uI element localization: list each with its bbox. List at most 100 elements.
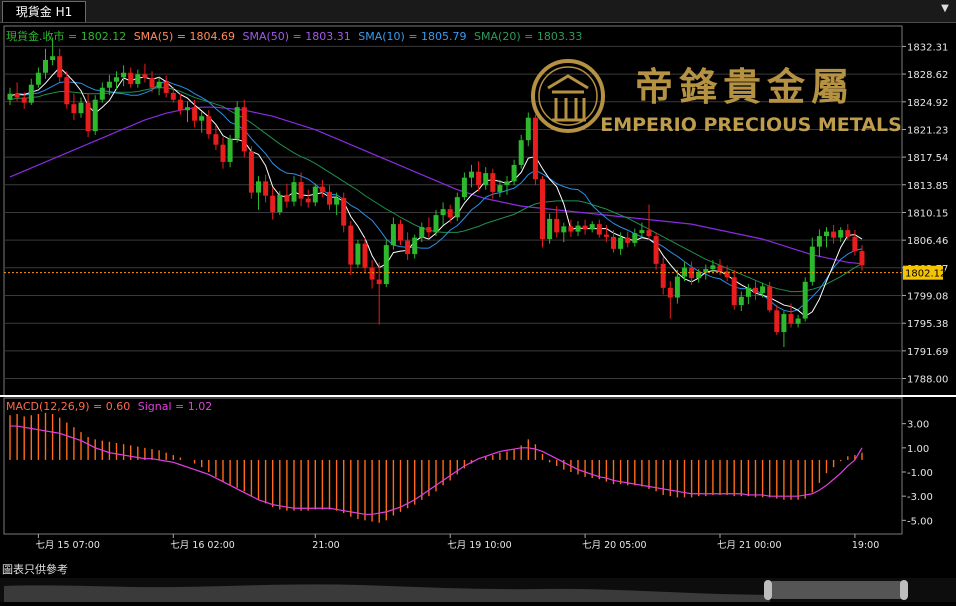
legend-sma5: SMA(5) = 1804.69 (134, 30, 235, 43)
candle-body (469, 171, 474, 178)
candle-body (149, 77, 155, 88)
candle-body (674, 276, 680, 298)
tab-symbol[interactable]: 現貨金 H1 (2, 1, 86, 22)
chart-window: 現貨金 H1 ▼ 帝鋒貴金屬 EMPERIO PRECIOUS METALS 1… (0, 0, 956, 602)
candle-body (64, 77, 70, 105)
candle-body (753, 287, 758, 294)
candle-body (14, 93, 20, 98)
watermark-chinese: 帝鋒貴金屬 (635, 65, 855, 109)
candle-body (419, 227, 425, 238)
candle-body (781, 314, 787, 333)
disclaimer-text: 圖表只供參考 (2, 563, 68, 576)
candle-body (703, 269, 709, 273)
candle-body (518, 140, 524, 165)
price-chart[interactable]: 帝鋒貴金屬 EMPERIO PRECIOUS METALS 1832.31 182… (0, 22, 956, 578)
candle-body (568, 226, 574, 232)
candle-body (618, 237, 624, 249)
candle-body (717, 265, 723, 272)
candle-body (85, 102, 91, 132)
candle-body (312, 186, 318, 203)
candle-body (106, 81, 112, 88)
candle-body (348, 225, 354, 265)
time-tick-label: 七月 20 05:00 (582, 540, 647, 551)
candle-body (383, 245, 389, 285)
candle-body (511, 164, 517, 182)
candle-body (639, 230, 645, 234)
candle-body (78, 102, 84, 114)
price-tick-label: 1813.85 (907, 181, 948, 192)
candle-body (859, 251, 865, 266)
candle-body (710, 265, 716, 270)
candle-body (788, 314, 794, 324)
candle-body (603, 234, 609, 237)
candle-body (277, 194, 283, 213)
candle-body (824, 231, 829, 237)
candle-body (256, 181, 261, 193)
candle-body (327, 191, 332, 205)
candle-body (7, 93, 13, 100)
candle-body (369, 267, 375, 280)
candle-body (582, 225, 588, 230)
candle-body (376, 279, 382, 285)
candle-body (341, 197, 347, 226)
candle-body (767, 286, 773, 311)
candle-body (575, 225, 581, 232)
candle-body (412, 237, 418, 255)
candle-body (241, 107, 247, 152)
legend-sma10: SMA(10) = 1805.79 (358, 30, 466, 43)
candle-body (816, 236, 822, 247)
candle-body (114, 77, 119, 82)
candle-body (50, 56, 56, 60)
candle-body (57, 56, 63, 78)
candle-body (667, 287, 673, 298)
candle-body (185, 107, 190, 111)
legend-macd: MACD(12,26,9) = 0.60 (6, 400, 130, 413)
scrollbar-left-handle[interactable] (764, 580, 772, 600)
scrollbar-thumb[interactable] (770, 581, 904, 599)
candle-body (334, 197, 340, 205)
candle-body (71, 104, 77, 114)
candle-body (298, 182, 304, 199)
candle-body (291, 182, 297, 202)
time-tick-label: 21:00 (312, 540, 339, 551)
candle-body (121, 72, 127, 78)
candle-body (561, 226, 567, 233)
candle-body (156, 81, 162, 88)
candle-body (92, 99, 98, 132)
price-tick-label: 1810.15 (907, 208, 948, 219)
candle-body (227, 138, 233, 162)
close-icon[interactable]: ▼ (938, 2, 952, 16)
candle-body (532, 117, 538, 180)
candle-body (454, 197, 460, 218)
candle-body (170, 92, 176, 100)
candle-body (135, 74, 141, 84)
candle-body (589, 224, 595, 230)
horizontal-scrollbar[interactable] (0, 578, 956, 602)
candle-body (504, 181, 510, 186)
legend-signal: Signal = 1.02 (138, 400, 213, 413)
candle-body (653, 236, 659, 264)
candle-body (497, 185, 503, 192)
time-tick-label: 七月 15 07:00 (35, 540, 100, 551)
price-tick-label: 1806.46 (907, 236, 948, 247)
candle-body (405, 240, 411, 255)
scrollbar-right-handle[interactable] (900, 580, 908, 600)
last-price-label: 1802.12 (905, 269, 946, 280)
candle-body (284, 194, 290, 202)
candle-body (731, 277, 737, 306)
candle-body (99, 87, 105, 100)
candle-body (852, 236, 858, 252)
macd-tick-label: -1.00 (907, 468, 933, 479)
candle-body (248, 151, 254, 193)
candle-body (362, 243, 368, 268)
legend-sma50: SMA(50) = 1803.31 (242, 30, 350, 43)
candle-body (213, 134, 219, 145)
candle-body (163, 81, 169, 93)
candle-body (540, 179, 545, 240)
candle-body (646, 230, 652, 237)
candle-body (390, 224, 396, 246)
watermark-english: EMPERIO PRECIOUS METALS (600, 114, 902, 136)
candle-body (596, 224, 602, 235)
time-tick-label: 七月 19 10:00 (447, 540, 512, 551)
candle-body (774, 310, 780, 333)
